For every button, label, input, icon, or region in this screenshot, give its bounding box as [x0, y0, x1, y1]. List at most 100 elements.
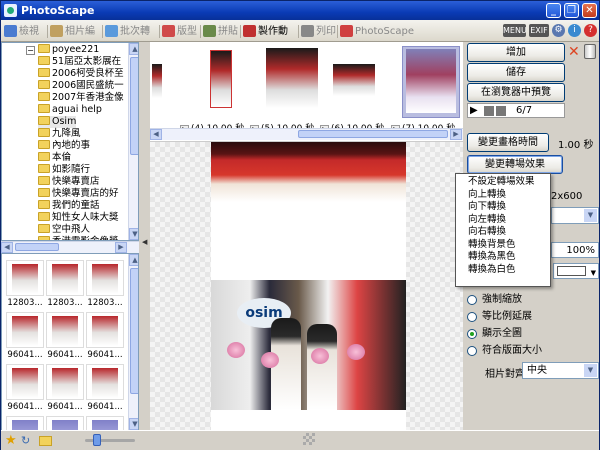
frame-thumbnail-4[interactable] — [192, 46, 250, 118]
help-icon[interactable]: ? — [584, 24, 597, 37]
chevron-down-icon[interactable]: ▼ — [584, 209, 597, 222]
scroll-down-arrow-icon[interactable]: ▼ — [129, 228, 138, 240]
file-thumbnail[interactable] — [86, 416, 124, 430]
tree-folder-item[interactable]: 2006國民盛統一 — [38, 80, 124, 92]
transition-menu-item[interactable]: 轉換為白色 — [456, 264, 550, 277]
tab-animated-gif[interactable]: 製作動畫 — [242, 23, 297, 54]
fit-mode-radio[interactable] — [467, 329, 477, 339]
trash-icon[interactable] — [584, 44, 596, 59]
tab-print[interactable]: 列印 — [300, 23, 336, 40]
maximize-button[interactable]: ❐ — [564, 3, 579, 18]
file-thumbnail[interactable] — [46, 312, 84, 348]
slider-handle[interactable] — [93, 434, 101, 446]
collapse-arrow-icon[interactable]: ◀ — [142, 238, 147, 246]
tree-folder-item[interactable]: 本倫 — [38, 152, 71, 164]
chevron-down-icon[interactable]: ▼ — [584, 364, 597, 377]
fit-mode-label[interactable]: 等比例延展 — [482, 311, 532, 323]
file-thumbnail[interactable] — [86, 312, 124, 348]
play-icon[interactable]: ▶ — [470, 105, 478, 117]
tab-photoscape[interactable]: PhotoScape — [339, 23, 414, 40]
file-thumbnail[interactable] — [6, 364, 44, 400]
tree-vertical-scrollbar[interactable]: ▲ ▼ — [128, 43, 138, 240]
tree-folder-item[interactable]: 2007年香港金像 — [38, 92, 124, 104]
transition-menu-item[interactable]: 不設定轉場效果 — [456, 176, 550, 189]
tree-folder-item[interactable]: 快樂專賣店的好 — [38, 188, 119, 200]
transition-menu-item[interactable]: 向右轉換 — [456, 226, 550, 239]
star-icon[interactable]: ★ — [5, 433, 17, 448]
fit-mode-label[interactable]: 顯示全圖 — [482, 328, 522, 340]
collapse-icon[interactable]: − — [26, 46, 35, 55]
tree-folder-item[interactable]: 快樂專賣店 — [38, 176, 100, 188]
thumbs-vertical-scrollbar[interactable]: ▲ ▼ — [128, 254, 138, 430]
scroll-down-arrow-icon[interactable]: ▼ — [129, 418, 138, 430]
tree-folder-item[interactable]: 我們的童話 — [38, 200, 100, 212]
file-thumbnail[interactable] — [46, 260, 84, 296]
zoom-percent-field[interactable]: 100% — [551, 242, 599, 258]
photo-align-select[interactable]: 中央 ▼ — [522, 362, 599, 379]
transition-menu-item[interactable]: 轉換背景色 — [456, 239, 550, 252]
refresh-icon[interactable]: ↻ — [21, 434, 30, 447]
tree-folder-item[interactable]: 2006柯受良杯至 — [38, 68, 124, 80]
frame-icon[interactable] — [496, 106, 506, 116]
size-dropdown[interactable]: ▼ — [551, 207, 599, 224]
file-thumbnail[interactable] — [86, 364, 124, 400]
minimize-button[interactable]: _ — [546, 3, 561, 18]
scroll-left-arrow-icon[interactable]: ◀ — [1, 242, 13, 253]
transition-menu-item[interactable]: 向左轉換 — [456, 214, 550, 227]
scroll-right-arrow-icon[interactable]: ▶ — [450, 129, 462, 140]
tab-combine[interactable]: 拼貼 — [202, 23, 239, 40]
add-button[interactable]: 增加 — [467, 43, 565, 62]
transition-menu-item[interactable]: 向上轉換 — [456, 189, 550, 202]
scroll-thumb[interactable] — [130, 268, 138, 394]
settings-icon[interactable]: ⚙ — [552, 24, 565, 37]
file-thumbnail[interactable] — [6, 416, 44, 430]
change-frame-time-button[interactable]: 變更畫格時間 — [467, 133, 549, 152]
tree-folder-item[interactable]: 九降風 — [38, 128, 81, 140]
frame-thumbnail-7[interactable] — [402, 46, 460, 118]
close-button[interactable]: ✕ — [582, 3, 597, 18]
save-button[interactable]: 儲存 — [467, 63, 565, 82]
frame-thumbnail-5[interactable] — [263, 46, 321, 118]
fit-mode-radio[interactable] — [467, 312, 477, 322]
tab-page[interactable]: 版型 — [161, 23, 199, 40]
panel-splitter[interactable]: ◀ — [140, 42, 150, 430]
delete-icon[interactable]: ✕ — [568, 45, 581, 59]
scroll-left-arrow-icon[interactable]: ◀ — [150, 129, 162, 140]
preview-in-browser-button[interactable]: 在瀏覽器中預覽 — [467, 83, 565, 102]
chevron-down-icon[interactable]: ▼ — [591, 266, 596, 281]
frame-thumbnail-partial[interactable] — [150, 46, 164, 118]
file-thumbnail[interactable] — [46, 364, 84, 400]
exif-icon[interactable]: EXIF — [529, 24, 549, 37]
tab-batch[interactable]: 批次轉換 — [104, 23, 158, 54]
tab-editor[interactable]: 相片編修 — [49, 23, 101, 54]
strip-horizontal-scrollbar[interactable]: ◀ ▶ — [150, 128, 463, 140]
scroll-up-arrow-icon[interactable]: ▲ — [129, 43, 138, 55]
fit-mode-radio[interactable] — [467, 346, 477, 356]
file-thumbnail[interactable] — [46, 416, 84, 430]
file-thumbnail[interactable] — [6, 260, 44, 296]
file-thumbnail[interactable] — [86, 260, 124, 296]
fit-mode-radio[interactable] — [467, 295, 477, 305]
scroll-thumb[interactable] — [130, 57, 138, 155]
background-pattern-icon[interactable] — [303, 433, 315, 445]
file-thumbnail[interactable] — [6, 312, 44, 348]
stop-icon[interactable] — [484, 106, 494, 116]
transition-menu-item[interactable]: 轉換為黑色 — [456, 251, 550, 264]
transition-menu-item[interactable]: 向下轉換 — [456, 201, 550, 214]
tab-viewer[interactable]: 檢視 — [3, 23, 45, 40]
change-transition-button[interactable]: 變更轉場效果 — [467, 155, 563, 174]
fit-mode-label[interactable]: 強制縮放 — [482, 294, 522, 306]
info-icon[interactable]: i — [568, 24, 581, 37]
scroll-thumb[interactable] — [298, 130, 448, 138]
color-picker[interactable]: ▼ — [553, 263, 599, 279]
frame-thumbnail-6[interactable] — [333, 46, 391, 118]
tree-folder-item[interactable]: 內地的事 — [38, 140, 90, 152]
tree-folder-item[interactable]: aguai help — [38, 104, 102, 116]
tree-folder-item[interactable]: 51屆亞太影展在 — [38, 56, 121, 68]
tree-folder-item[interactable]: 如影隨行 — [38, 164, 90, 176]
tree-folder-item[interactable]: 知性女人味大獎 — [38, 212, 119, 224]
tree-root[interactable]: − poyee221 — [26, 44, 99, 56]
tree-horizontal-scrollbar[interactable]: ◀ ▶ — [1, 241, 139, 253]
tree-folder-item[interactable]: Osim — [38, 116, 77, 128]
scroll-thumb[interactable] — [15, 243, 59, 251]
